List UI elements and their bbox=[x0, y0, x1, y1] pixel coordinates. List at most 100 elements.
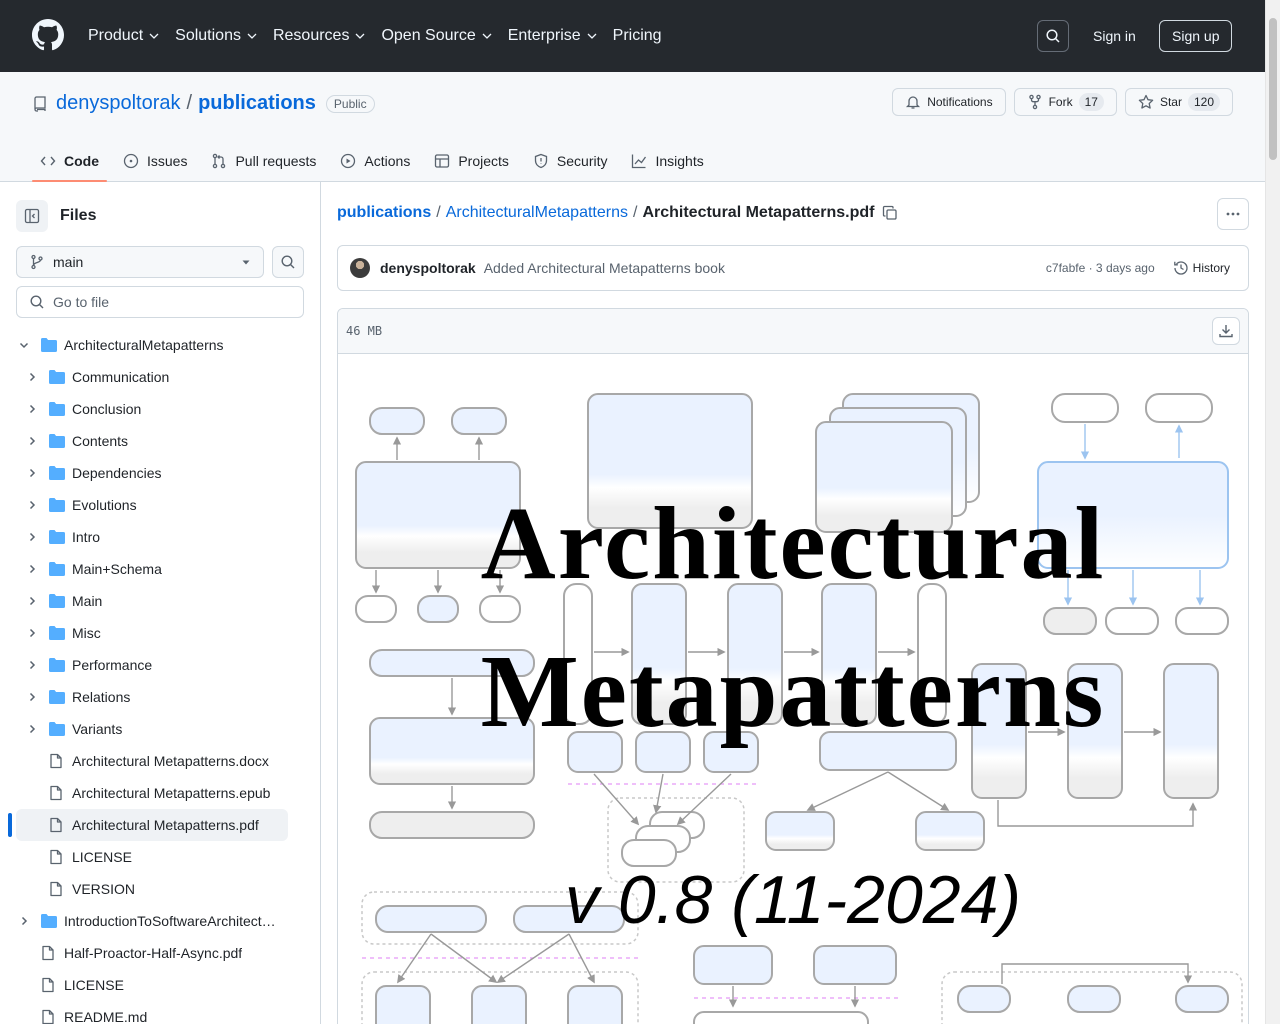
tree-folder-item[interactable]: Evolutions bbox=[0, 489, 320, 521]
chevron-right-icon[interactable] bbox=[24, 625, 40, 641]
chevron-right-icon[interactable] bbox=[24, 561, 40, 577]
chevron-down-icon[interactable] bbox=[16, 337, 32, 353]
repo-header: denyspoltorak / publications Public Noti… bbox=[0, 72, 1265, 182]
chevron-right-icon[interactable] bbox=[24, 657, 40, 673]
nav-enterprise[interactable]: Enterprise bbox=[500, 18, 605, 54]
tree-item-label: Variants bbox=[72, 721, 123, 737]
tab-security[interactable]: Security bbox=[525, 140, 616, 182]
github-logo-icon[interactable] bbox=[32, 19, 64, 51]
tab-projects[interactable]: Projects bbox=[426, 140, 517, 182]
tree-folder-item[interactable]: Main bbox=[0, 585, 320, 617]
tree-file-item[interactable]: LICENSE bbox=[0, 969, 320, 1001]
fork-button[interactable]: Fork 17 bbox=[1013, 88, 1117, 116]
folder-icon bbox=[48, 401, 65, 417]
tab-issues[interactable]: Issues bbox=[115, 140, 195, 182]
chevron-right-icon[interactable] bbox=[24, 529, 40, 545]
tree-folder-item[interactable]: IntroductionToSoftwareArchitect… bbox=[0, 905, 320, 937]
chevron-right-icon[interactable] bbox=[16, 913, 32, 929]
collapse-sidebar-button[interactable] bbox=[16, 200, 48, 232]
tree-folder-item[interactable]: Misc bbox=[0, 617, 320, 649]
tree-file-item[interactable]: Architectural Metapatterns.docx bbox=[0, 745, 320, 777]
folder-icon bbox=[48, 529, 65, 545]
chevron-right-icon[interactable] bbox=[24, 593, 40, 609]
nav-open-source[interactable]: Open Source bbox=[373, 18, 499, 54]
go-to-file-input[interactable]: Go to file bbox=[16, 286, 304, 318]
chevron-right-icon[interactable] bbox=[24, 721, 40, 737]
breadcrumb-folder-link[interactable]: ArchitecturalMetapatterns bbox=[446, 204, 628, 222]
chevron-right-icon[interactable] bbox=[24, 369, 40, 385]
tree-file-item[interactable]: Architectural Metapatterns.pdf bbox=[8, 809, 288, 841]
tab-pull-requests[interactable]: Pull requests bbox=[203, 140, 324, 182]
graph-icon bbox=[632, 154, 647, 169]
scrollbar-thumb[interactable] bbox=[1269, 18, 1277, 160]
tree-folder-item[interactable]: Communication bbox=[0, 361, 320, 393]
tree-folder-item[interactable]: Relations bbox=[0, 681, 320, 713]
chevron-right-icon[interactable] bbox=[24, 465, 40, 481]
tree-folder-item[interactable]: Conclusion bbox=[0, 393, 320, 425]
commit-author-link[interactable]: denyspoltorak bbox=[380, 260, 476, 276]
tree-folder-item[interactable]: Performance bbox=[0, 649, 320, 681]
page-scrollbar[interactable] bbox=[1265, 0, 1280, 1024]
cover-title-line1: Architectural bbox=[480, 486, 1106, 601]
chevron-right-icon[interactable] bbox=[24, 497, 40, 513]
sign-up-button[interactable]: Sign up bbox=[1159, 20, 1233, 52]
tree-file-item[interactable]: LICENSE bbox=[0, 841, 320, 873]
tree-folder-item[interactable]: Main+Schema bbox=[0, 553, 320, 585]
nav-product[interactable]: Product bbox=[80, 18, 167, 54]
repo-owner-link[interactable]: denyspoltorak bbox=[56, 92, 181, 115]
sign-in-link[interactable]: Sign in bbox=[1083, 20, 1146, 52]
download-raw-button[interactable] bbox=[1212, 317, 1240, 345]
chevron-down-icon bbox=[149, 33, 159, 39]
history-button[interactable]: History bbox=[1167, 256, 1236, 280]
tree-folder-item[interactable]: Dependencies bbox=[0, 457, 320, 489]
notifications-button[interactable]: Notifications bbox=[892, 88, 1006, 116]
search-button[interactable] bbox=[1037, 20, 1069, 52]
folder-icon bbox=[48, 721, 65, 737]
tab-code[interactable]: Code bbox=[32, 140, 107, 182]
nav-solutions[interactable]: Solutions bbox=[167, 18, 265, 54]
more-options-button[interactable] bbox=[1217, 198, 1249, 230]
branch-selector[interactable]: main bbox=[16, 246, 264, 278]
tree-file-item[interactable]: README.md bbox=[0, 1001, 320, 1024]
nav-pricing[interactable]: Pricing bbox=[605, 18, 670, 54]
tree-item-label: Communication bbox=[72, 369, 170, 385]
commit-sha-and-time[interactable]: c7fabfe · 3 days ago bbox=[1046, 261, 1155, 275]
tree-file-item[interactable]: Half-Proactor-Half-Async.pdf bbox=[0, 937, 320, 969]
commit-message-link[interactable]: Added Architectural Metapatterns book bbox=[484, 260, 725, 276]
chevron-right-icon[interactable] bbox=[24, 689, 40, 705]
repo-icon bbox=[34, 95, 46, 112]
star-button[interactable]: Star 120 bbox=[1124, 88, 1233, 116]
tree-file-item[interactable]: VERSION bbox=[0, 873, 320, 905]
chevron-right-icon[interactable] bbox=[24, 433, 40, 449]
tree-folder-item[interactable]: ArchitecturalMetapatterns bbox=[0, 329, 320, 361]
tree-folder-item[interactable]: Variants bbox=[0, 713, 320, 745]
tree-item-label: Evolutions bbox=[72, 497, 137, 513]
pdf-preview[interactable]: Architectural Metapatterns v 0.8 (11-202… bbox=[338, 354, 1248, 1024]
repo-name-link[interactable]: publications bbox=[198, 92, 316, 115]
file-tree: ArchitecturalMetapatterns Communication Co… bbox=[0, 329, 320, 1024]
chevron-right-icon[interactable] bbox=[24, 401, 40, 417]
cover-title-line2: Metapatterns bbox=[480, 634, 1106, 749]
file-viewer: 46 MB Architectural Metapatterns v 0.8 (… bbox=[337, 308, 1249, 1024]
nav-product-label: Product bbox=[88, 27, 144, 44]
search-icon bbox=[1046, 29, 1060, 43]
notifications-label: Notifications bbox=[927, 95, 993, 109]
avatar[interactable] bbox=[350, 258, 370, 278]
tree-file-item[interactable]: Architectural Metapatterns.epub bbox=[0, 777, 320, 809]
folder-icon bbox=[48, 593, 65, 609]
nav-resources[interactable]: Resources bbox=[265, 18, 373, 54]
file-size: 46 MB bbox=[346, 324, 383, 338]
copy-icon[interactable] bbox=[882, 205, 898, 221]
search-files-button[interactable] bbox=[272, 246, 304, 278]
breadcrumb-repo-link[interactable]: publications bbox=[337, 204, 431, 222]
bell-icon bbox=[906, 96, 921, 109]
tab-insights[interactable]: Insights bbox=[623, 140, 711, 182]
tab-actions[interactable]: Actions bbox=[332, 140, 418, 182]
table-icon bbox=[435, 154, 450, 168]
tree-folder-item[interactable]: Contents bbox=[0, 425, 320, 457]
tree-folder-item[interactable]: Intro bbox=[0, 521, 320, 553]
nav-resources-label: Resources bbox=[272, 27, 350, 44]
